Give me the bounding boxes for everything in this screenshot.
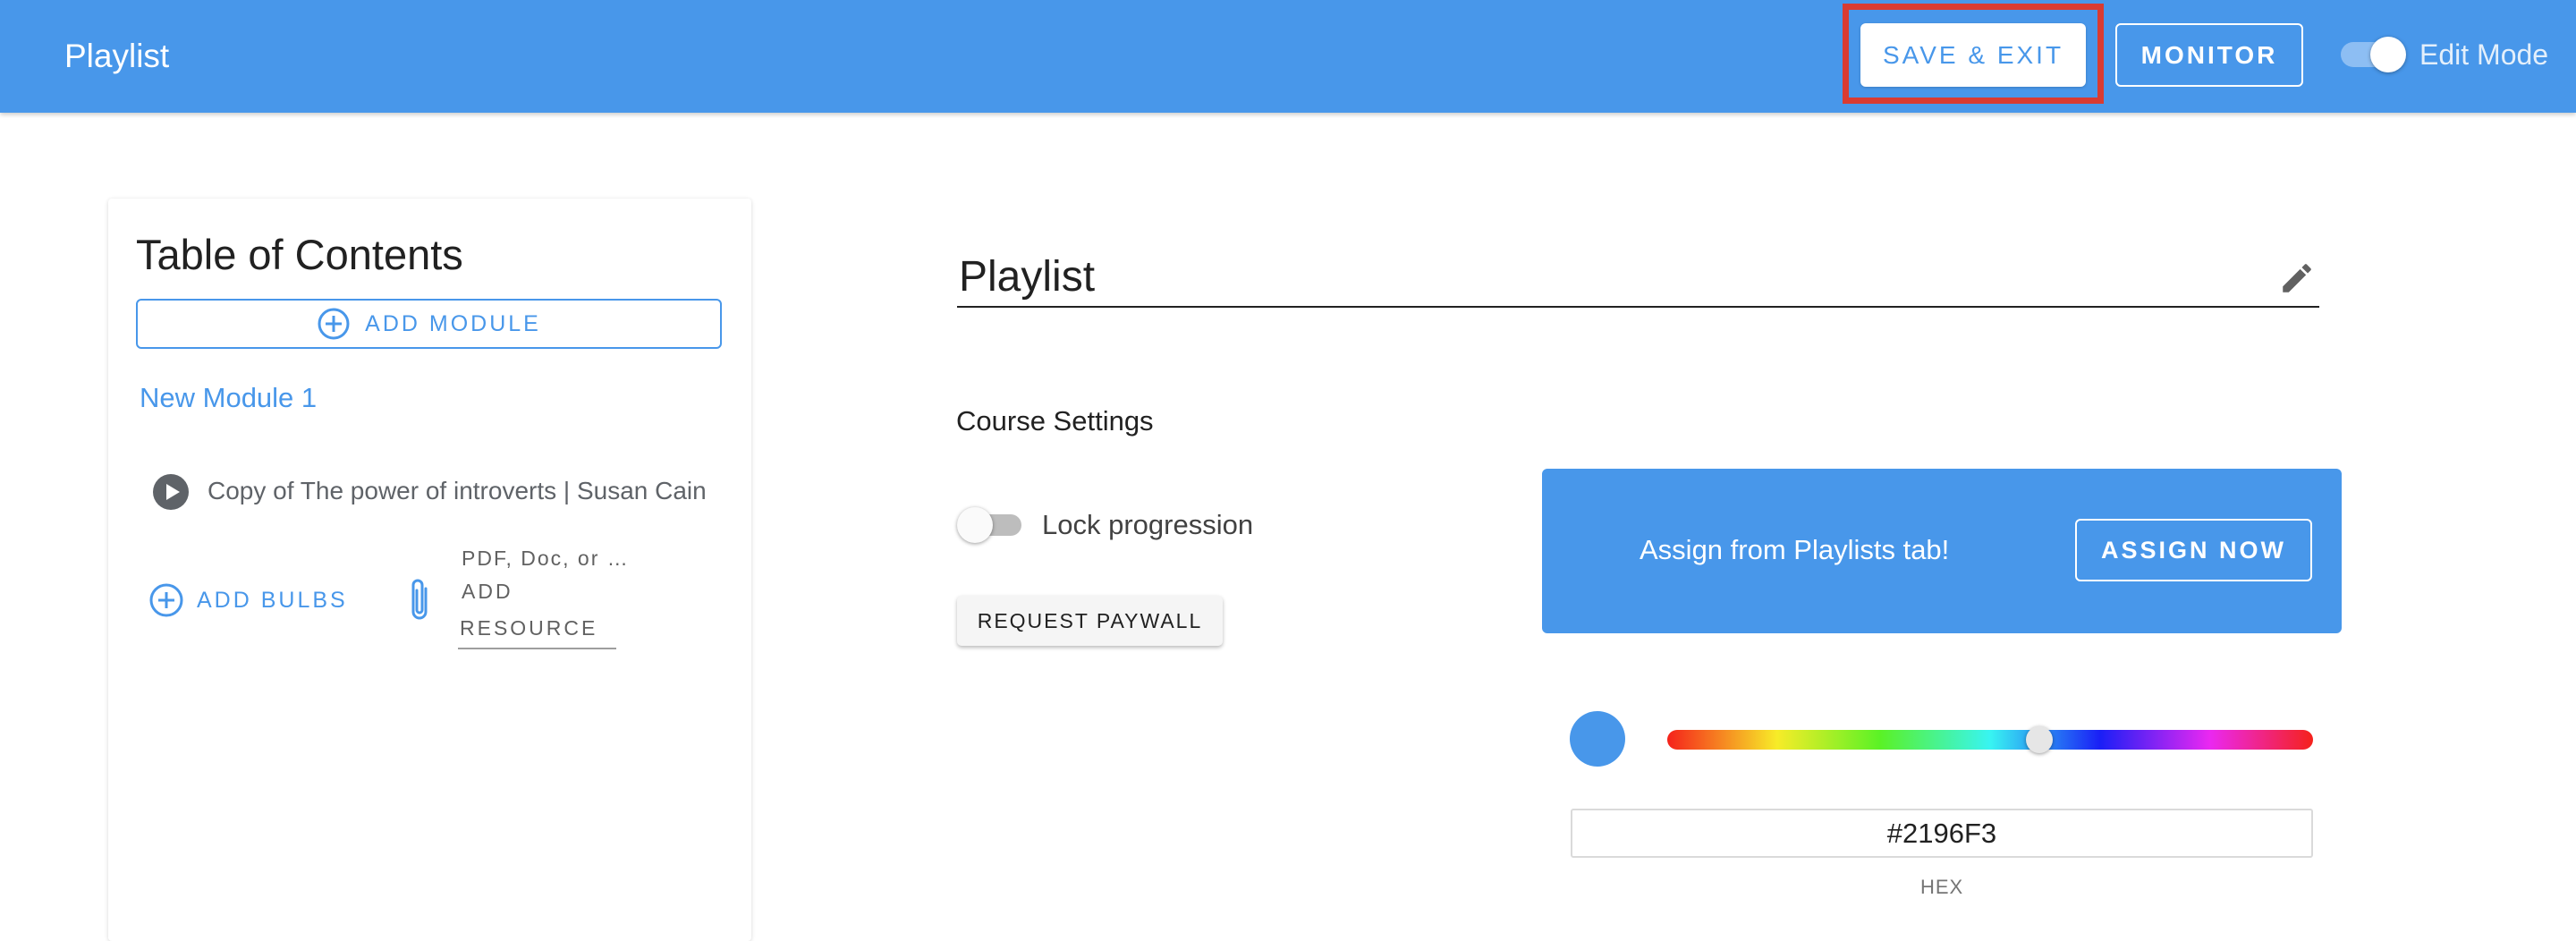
lesson-item[interactable]: Copy of The power of introverts | Susan … — [208, 473, 707, 509]
module-title[interactable]: New Module 1 — [140, 379, 317, 417]
lock-progression-label: Lock progression — [1042, 509, 1254, 540]
add-bulbs-button[interactable]: ADD BULBS — [148, 582, 348, 618]
assign-now-button[interactable]: ASSIGN NOW — [2075, 519, 2312, 581]
add-bulbs-label: ADD BULBS — [197, 587, 348, 613]
monitor-button[interactable]: MONITOR — [2115, 23, 2303, 87]
color-swatch — [1570, 711, 1625, 767]
assign-panel: Assign from Playlists tab! ASSIGN NOW — [1542, 469, 2342, 633]
hex-input[interactable]: #2196F3 — [1571, 809, 2313, 858]
add-resource-label: ADD — [462, 580, 513, 603]
pencil-icon[interactable] — [2278, 259, 2316, 297]
request-paywall-button[interactable]: REQUEST PAYWALL — [957, 596, 1223, 646]
hex-label: HEX — [1920, 876, 1964, 898]
resource-hint: PDF, Doc, or … — [462, 547, 630, 570]
assign-message: Assign from Playlists tab! — [1640, 534, 1950, 565]
hue-slider[interactable] — [1667, 730, 2313, 750]
edit-mode-label: Edit Mode — [2419, 38, 2549, 71]
save-exit-button[interactable]: SAVE & EXIT — [1860, 23, 2086, 87]
app-title: Playlist — [64, 38, 170, 74]
lock-progression-toggle-thumb[interactable] — [957, 507, 993, 543]
plus-circle-icon — [149, 583, 183, 617]
paperclip-icon[interactable] — [404, 576, 435, 626]
toc-title: Table of Contents — [136, 231, 463, 278]
plus-circle-icon — [318, 308, 350, 340]
add-module-label: ADD MODULE — [365, 310, 541, 336]
app-bar: Playlist SAVE & EXIT MONITOR Edit Mode — [0, 0, 2576, 113]
add-resource-field[interactable]: RESOURCE — [458, 614, 616, 649]
course-settings-heading: Course Settings — [956, 405, 1154, 437]
add-module-button[interactable]: ADD MODULE — [136, 299, 722, 349]
play-circle-icon — [153, 474, 189, 510]
hue-slider-thumb[interactable] — [2026, 726, 2053, 753]
playlist-name-field[interactable]: Playlist — [957, 250, 2319, 308]
edit-mode-toggle-thumb[interactable] — [2370, 37, 2406, 72]
playlist-name-value: Playlist — [959, 253, 1096, 301]
